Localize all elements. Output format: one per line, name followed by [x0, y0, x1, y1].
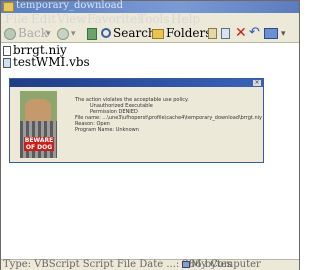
- beware-sign: BEWARE OF DOG: [24, 137, 54, 151]
- views-icon[interactable]: [264, 28, 278, 39]
- back-arrow-icon[interactable]: [4, 28, 16, 40]
- computer-icon: [182, 261, 190, 268]
- delete-icon[interactable]: ✕: [235, 25, 247, 41]
- views-dropdown-icon[interactable]: ▾: [281, 29, 286, 39]
- folders-icon[interactable]: [152, 29, 164, 39]
- back-dropdown-icon[interactable]: ▾: [46, 29, 51, 39]
- file-name: testWMI.vbs: [13, 55, 90, 69]
- move-to-icon[interactable]: [208, 28, 217, 39]
- dialog-title-bar[interactable]: ×: [10, 79, 263, 87]
- menu-file[interactable]: File: [5, 12, 28, 26]
- explorer-window: temporary_download File Edit View Favori…: [0, 0, 300, 270]
- copy-to-icon[interactable]: [221, 28, 230, 39]
- toolbar: Back ▾ ▾ Search Folders ✕ ↶ ▾: [1, 25, 299, 43]
- menu-edit[interactable]: Edit: [31, 12, 56, 26]
- undo-icon[interactable]: ↶: [249, 25, 260, 40]
- status-bar: Type: VBScript Script File Date ...: 386…: [1, 259, 299, 270]
- status-zone: My Computer: [191, 259, 261, 270]
- menu-favorites[interactable]: Favorites: [87, 12, 143, 26]
- menu-tools[interactable]: Tools: [138, 12, 170, 26]
- window-title: temporary_download: [16, 0, 124, 11]
- folders-button[interactable]: Folders: [166, 26, 211, 40]
- forward-arrow-icon[interactable]: [57, 28, 69, 40]
- program-name-line: Program Name: Unknown: [75, 127, 139, 133]
- up-folder-icon[interactable]: [87, 28, 97, 40]
- search-icon[interactable]: [101, 28, 111, 38]
- folder-icon: [3, 2, 14, 12]
- menu-view[interactable]: View: [57, 12, 87, 26]
- dog-photo: BEWARE OF DOG: [20, 91, 57, 158]
- menu-help[interactable]: Help: [171, 12, 200, 26]
- back-button[interactable]: Back: [18, 26, 48, 40]
- script-file-icon: [3, 58, 11, 68]
- forward-dropdown-icon[interactable]: ▾: [71, 29, 76, 39]
- menu-bar: File Edit View Favorites Tools Help: [1, 12, 299, 26]
- close-icon[interactable]: ×: [253, 80, 261, 86]
- file-icon: [3, 46, 11, 56]
- policy-alert-dialog: × BEWARE OF DOG The action violates the …: [9, 78, 264, 163]
- search-button[interactable]: Search: [113, 26, 156, 40]
